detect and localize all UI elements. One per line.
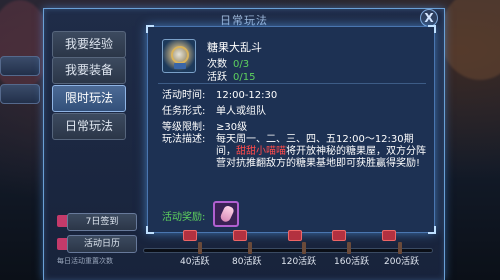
- divider: [158, 83, 426, 84]
- nav-label: 日常玩法: [64, 119, 113, 133]
- milestone-label: 200活跃: [384, 257, 420, 267]
- ring-icon: [171, 46, 189, 64]
- event-active-row: 活跃 0/15: [207, 68, 255, 83]
- active-value: 0/15: [233, 72, 256, 83]
- active-label: 活跃: [207, 72, 227, 83]
- time-row: 活动时间: 12:00-12:30: [162, 86, 277, 101]
- frame-corner: [428, 25, 436, 33]
- nav-daily[interactable]: 日常玩法: [52, 113, 126, 140]
- milestone-marker: [398, 242, 402, 254]
- form-row: 任务形式: 单人或组队: [162, 102, 266, 117]
- nav-exp[interactable]: 我要经验: [52, 31, 126, 58]
- milestone-label: 80活跃: [232, 257, 262, 267]
- side-hud-button[interactable]: [0, 56, 40, 76]
- pedestal-icon: [174, 63, 186, 69]
- signin-label: 7日签到: [85, 217, 119, 227]
- reward-chest-icon[interactable]: [382, 230, 396, 241]
- time-label: 活动时间:: [162, 90, 206, 101]
- desc-highlight: 甜甜小喵喵: [236, 146, 286, 157]
- level-row: 等级限制: ≥30级: [162, 118, 247, 133]
- milestone-label: 120活跃: [281, 257, 317, 267]
- milestone-marker: [248, 242, 252, 254]
- event-name: 糖果大乱斗: [207, 41, 262, 54]
- reward-chest-icon[interactable]: [183, 230, 197, 241]
- nav-label: 我要经验: [64, 37, 113, 51]
- potion-bottle-icon: [219, 204, 235, 224]
- reward-chest-icon[interactable]: [332, 230, 346, 241]
- reward-chest-icon[interactable]: [233, 230, 247, 241]
- form-value: 单人或组队: [216, 106, 266, 117]
- activity-calendar-button[interactable]: 活动日历: [67, 235, 137, 253]
- close-icon: X: [424, 11, 434, 25]
- event-icon: [162, 39, 196, 73]
- frame-corner: [146, 25, 154, 33]
- nav-label: 我要装备: [64, 63, 113, 77]
- reward-item-slot[interactable]: [213, 201, 239, 227]
- reward-chest-icon[interactable]: [288, 230, 302, 241]
- desc-label: 玩法描述:: [162, 134, 206, 145]
- seven-day-signin-button[interactable]: 7日签到: [67, 213, 137, 231]
- level-value: ≥30级: [216, 122, 248, 133]
- milestone-label: 160活跃: [334, 257, 370, 267]
- reward-label: 活动奖励:: [162, 212, 206, 223]
- reset-note: 每日活动重置次数: [57, 257, 113, 265]
- milestone-marker: [198, 242, 202, 254]
- time-value: 12:00-12:30: [216, 90, 278, 101]
- milestone-marker: [347, 242, 351, 254]
- event-detail-card: 糖果大乱斗 次数 0/3 活跃 0/15 活动时间: 12:00-12:30 任务形式…: [146, 25, 436, 234]
- frame-corner: [428, 226, 436, 234]
- calendar-label: 活动日历: [83, 239, 120, 249]
- frame-corner: [146, 226, 154, 234]
- desc-body: 每天周一、二、三、四、五12:00～12:30期间，甜甜小喵喵将开放神秘的糖果屋…: [216, 134, 431, 170]
- nav-limited-time[interactable]: 限时玩法: [52, 85, 126, 112]
- progress-track: [143, 248, 433, 253]
- nav-equipment[interactable]: 我要装备: [52, 57, 126, 84]
- level-label: 等级限制:: [162, 122, 206, 133]
- side-hud-button[interactable]: [0, 84, 40, 104]
- form-label: 任务形式:: [162, 106, 206, 117]
- background-character: [440, 0, 500, 80]
- nav-label: 限时玩法: [64, 91, 113, 105]
- milestone-marker: [302, 242, 306, 254]
- milestone-label: 40活跃: [180, 257, 210, 267]
